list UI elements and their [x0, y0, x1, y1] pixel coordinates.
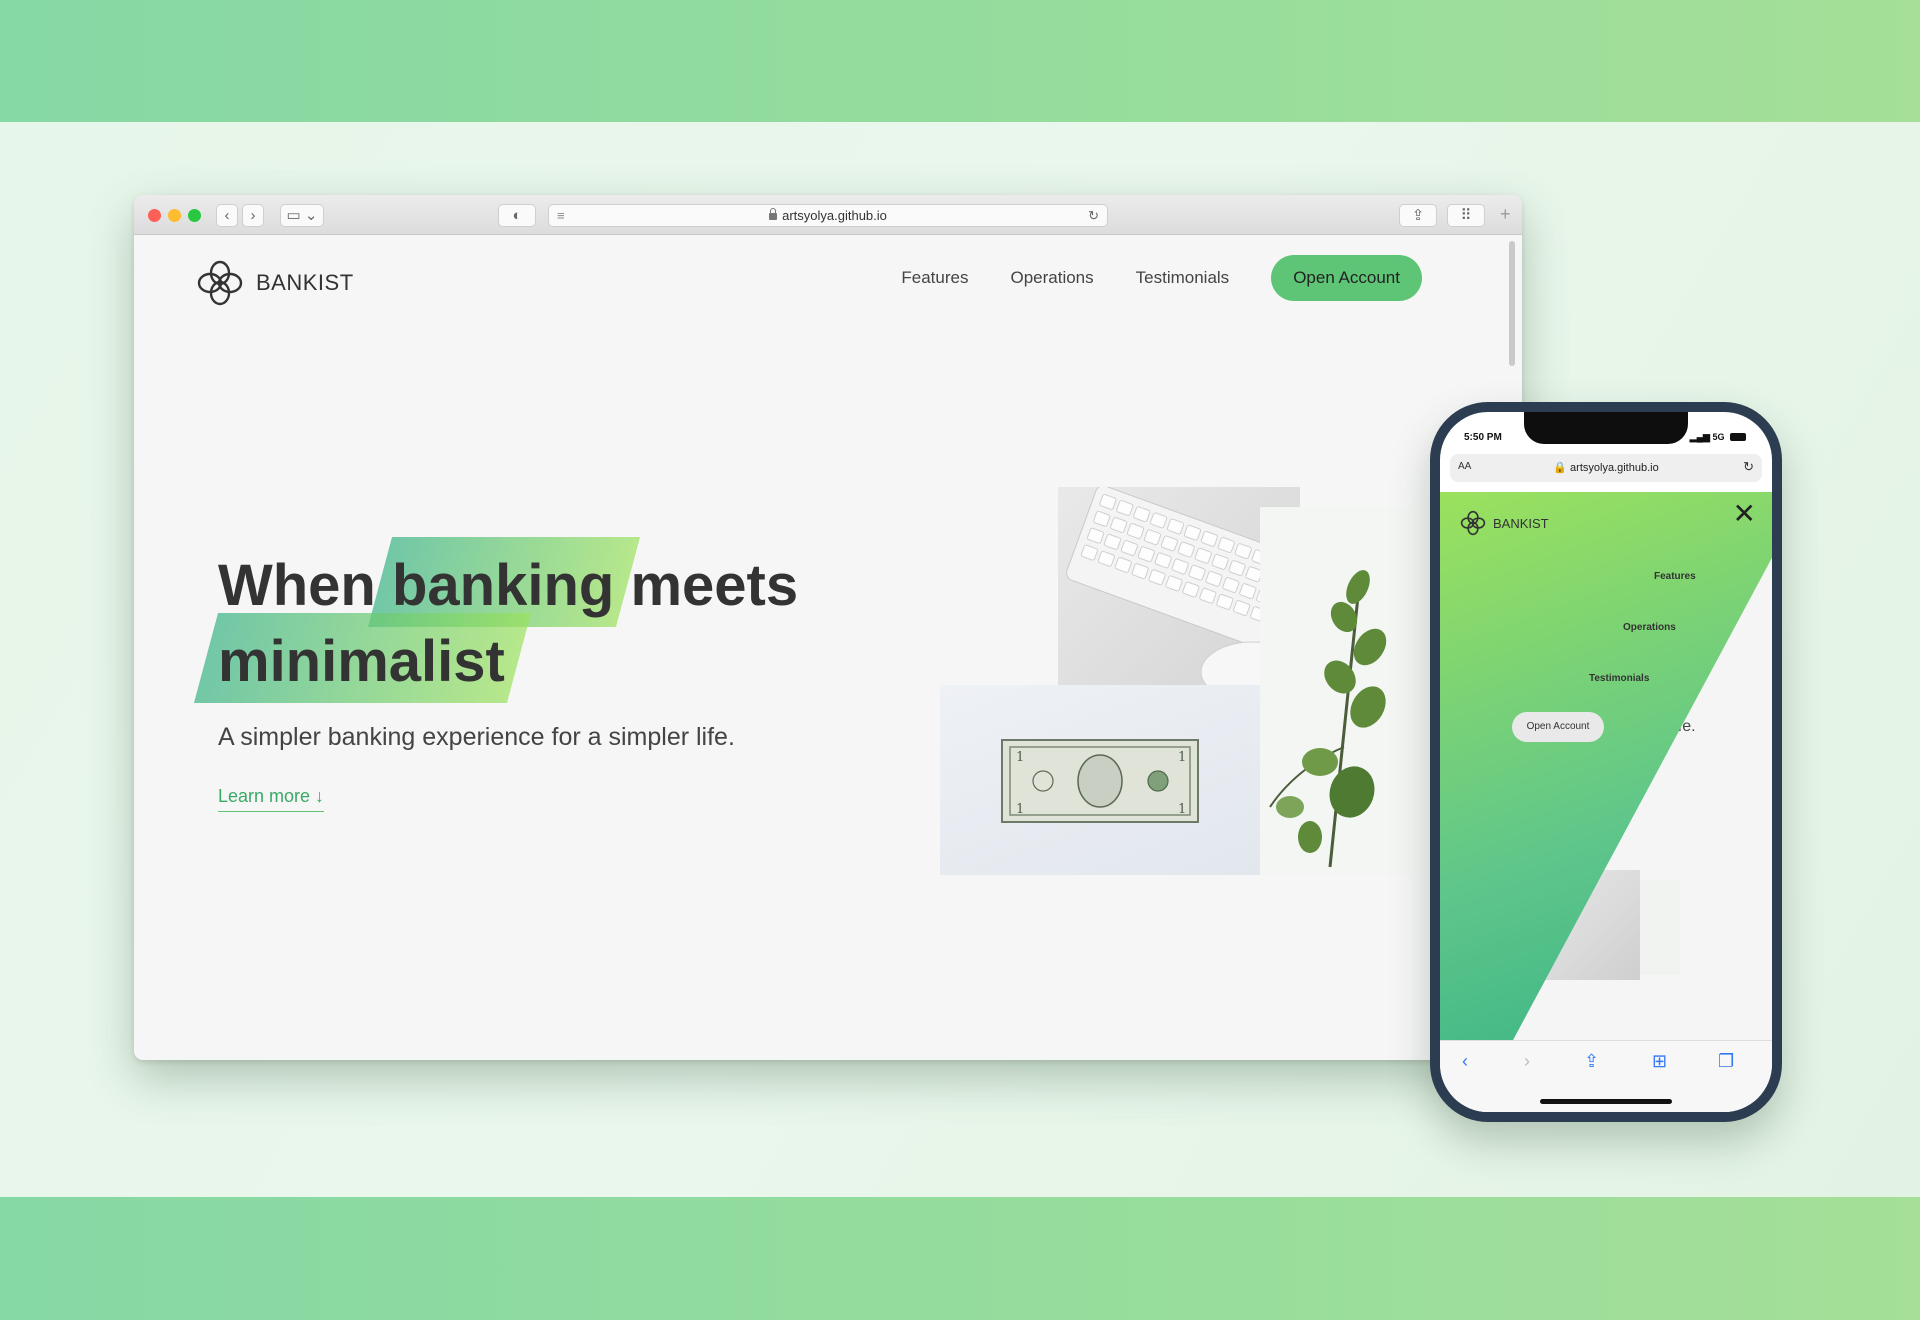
home-indicator[interactable]: [1540, 1099, 1672, 1104]
hero-illustration: 1 1 1 1: [940, 487, 1410, 875]
phone-notch: [1524, 412, 1688, 444]
mobile-url-text: 🔒 artsyolya.github.io: [1553, 462, 1659, 474]
new-tab-icon[interactable]: +: [1500, 204, 1511, 225]
status-indicators: ▂▄▆ 5G: [1690, 432, 1746, 443]
forward-icon[interactable]: ›: [1524, 1051, 1530, 1072]
mobile-toolbar: ‹ › ⇪ ⊞ ❐: [1440, 1040, 1772, 1112]
page-scrollbar[interactable]: [1509, 241, 1515, 366]
battery-icon: [1730, 433, 1746, 441]
tabs-icon[interactable]: ❐: [1718, 1051, 1734, 1072]
hero-heading-part: meets: [614, 553, 799, 618]
zoom-window-button[interactable]: [188, 209, 201, 222]
nav-link-operations[interactable]: Operations: [1010, 268, 1093, 288]
site-viewport: BANKIST Features Operations Testimonials…: [134, 235, 1522, 1060]
close-window-button[interactable]: [148, 209, 161, 222]
mobile-url: artsyolya.github.io: [1570, 462, 1659, 474]
sidebar-toggle-icon[interactable]: ▭ ⌄: [280, 204, 324, 227]
back-icon[interactable]: ‹: [1462, 1051, 1468, 1072]
mobile-nav-testimonials[interactable]: Testimonials: [1589, 673, 1649, 684]
forward-icon[interactable]: ›: [242, 204, 264, 227]
network-label: 5G: [1712, 432, 1725, 442]
learn-more-link[interactable]: Learn more ↓: [218, 786, 325, 812]
close-icon[interactable]: ✕: [1733, 500, 1756, 528]
desktop-browser-window: ‹ › ▭ ⌄ ◐ ≡ artsyolya.github.io ↻ ⇪ ⠿ + …: [134, 195, 1522, 1060]
browser-titlebar: ‹ › ▭ ⌄ ◐ ≡ artsyolya.github.io ↻ ⇪ ⠿ +: [134, 195, 1522, 235]
reload-icon[interactable]: ↻: [1743, 459, 1754, 475]
back-icon[interactable]: ‹: [216, 204, 238, 227]
mobile-plant-photo: [1640, 880, 1680, 975]
logo-text: BANKIST: [256, 270, 354, 295]
minimize-window-button[interactable]: [168, 209, 181, 222]
eucalyptus-plant-photo: [1260, 507, 1410, 875]
lock-icon: [769, 208, 778, 220]
main-nav: Features Operations Testimonials Open Ac…: [901, 255, 1422, 301]
mobile-phone: 5:50 PM ▂▄▆ 5G AA 🔒 artsyolya.github.io …: [1430, 402, 1782, 1122]
bottom-background-band: [0, 1197, 1920, 1320]
nav-link-features[interactable]: Features: [901, 268, 968, 288]
mobile-nav-features[interactable]: Features: [1654, 571, 1696, 582]
nav-link-testimonials[interactable]: Testimonials: [1136, 268, 1230, 288]
mobile-page: er life. BANKIST ✕ Features Operations T…: [1440, 492, 1772, 1040]
hero-heading-part: When: [218, 553, 392, 618]
hero-subtitle: A simpler banking experience for a simpl…: [218, 723, 735, 751]
mobile-nav-operations[interactable]: Operations: [1623, 622, 1676, 633]
mobile-open-account-button[interactable]: Open Account: [1512, 712, 1604, 742]
top-background-band: [0, 0, 1920, 122]
svg-text:1: 1: [1178, 750, 1186, 765]
hero-highlight-minimalist: minimalist: [218, 624, 505, 700]
url-text: artsyolya.github.io: [782, 208, 887, 223]
phone-screen: 5:50 PM ▂▄▆ 5G AA 🔒 artsyolya.github.io …: [1440, 412, 1772, 1112]
privacy-shield-icon[interactable]: ◐: [498, 204, 536, 227]
mobile-logo-text: BANKIST: [1493, 515, 1549, 531]
dollar-bill-photo: 1 1 1 1: [940, 685, 1260, 875]
reload-icon[interactable]: ↻: [1088, 205, 1099, 226]
hero-heading: When banking meets minimalist: [218, 548, 858, 700]
address-bar[interactable]: ≡ artsyolya.github.io ↻: [548, 204, 1108, 227]
clover-logo-icon: [197, 260, 243, 306]
mobile-address-bar[interactable]: AA 🔒 artsyolya.github.io ↻: [1450, 454, 1762, 482]
status-time: 5:50 PM: [1464, 432, 1502, 443]
svg-text:1: 1: [1016, 750, 1024, 765]
open-account-button[interactable]: Open Account: [1271, 255, 1422, 301]
tab-overview-icon[interactable]: ⠿: [1447, 204, 1485, 227]
mobile-logo[interactable]: BANKIST: [1460, 510, 1549, 536]
svg-text:1: 1: [1178, 802, 1186, 817]
signal-icon: ▂▄▆: [1689, 432, 1710, 442]
clover-logo-icon: [1460, 510, 1486, 536]
site-logo[interactable]: BANKIST: [196, 259, 354, 307]
svg-text:1: 1: [1016, 802, 1024, 817]
bookmarks-icon[interactable]: ⊞: [1652, 1051, 1667, 1072]
share-icon[interactable]: ⇪: [1399, 204, 1437, 227]
share-icon[interactable]: ⇪: [1584, 1051, 1599, 1072]
reader-icon[interactable]: ≡: [557, 205, 565, 226]
